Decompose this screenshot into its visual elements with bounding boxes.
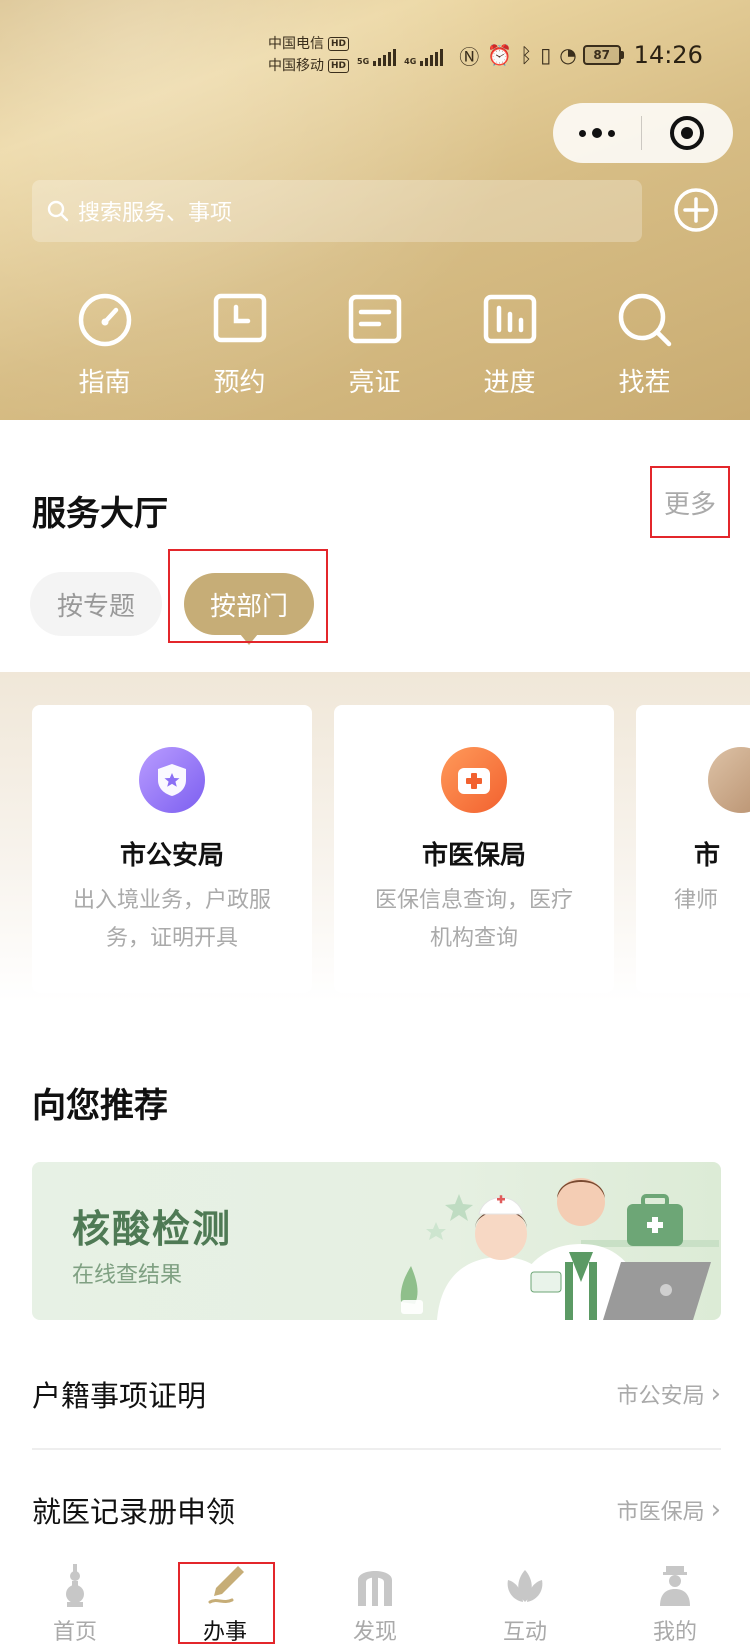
clock-icon bbox=[213, 293, 266, 343]
nfc-icon: Ⓝ bbox=[459, 44, 480, 69]
recommend-item-department: 市医保局 bbox=[616, 1500, 705, 1525]
vibrate-icon: ▯ bbox=[540, 43, 552, 67]
status-icons: Ⓝ ⏰ ᛒ ▯ ◔ bbox=[459, 41, 576, 70]
banner-subtitle: 在线查结果 bbox=[72, 1263, 183, 1288]
bottom-tab-bar: 首页 办事 发现 互动 我的 bbox=[0, 1548, 750, 1650]
recommend-item-title: 户籍事项证明 bbox=[32, 1379, 207, 1413]
quick-action-progress[interactable]: 进度 bbox=[442, 290, 577, 399]
department-card[interactable]: 市公安局 出入境业务，户政服务，证明开具 bbox=[32, 705, 312, 993]
bluetooth-icon: ᛒ bbox=[520, 43, 533, 67]
search-input[interactable]: 搜索服务、事项 bbox=[32, 180, 642, 242]
search-icon bbox=[47, 200, 69, 222]
quick-action-show-id[interactable]: 亮证 bbox=[307, 290, 442, 399]
department-description: 律师 bbox=[674, 888, 719, 913]
header: 中国电信 HD 中国移动 HD 5G 4G Ⓝ ⏰ ᛒ ▯ ◔ 87 14:26 bbox=[0, 0, 750, 420]
target-icon bbox=[670, 116, 704, 150]
service-hall-title: 服务大厅 bbox=[32, 494, 168, 534]
quick-actions: 指南 预约 亮证 进度 找茬 bbox=[0, 290, 750, 399]
signal-icons-2: 4G bbox=[404, 44, 444, 66]
tab-home[interactable]: 首页 bbox=[0, 1548, 150, 1650]
quick-action-label: 指南 bbox=[78, 368, 131, 398]
quick-action-label: 找茬 bbox=[618, 368, 671, 398]
lotus-icon bbox=[507, 1570, 543, 1602]
recommend-item-department: 市公安局 bbox=[616, 1384, 705, 1409]
department-card[interactable]: 市医保局 医保信息查询，医疗机构查询 bbox=[334, 705, 614, 993]
battery-level: 87 bbox=[582, 45, 621, 65]
more-menu-button[interactable] bbox=[553, 103, 641, 163]
quick-action-guide[interactable]: 指南 bbox=[37, 290, 172, 399]
clock: 14:26 bbox=[633, 41, 703, 69]
speed-icon: ◔ bbox=[559, 43, 577, 67]
quick-action-feedback[interactable]: 找茬 bbox=[577, 290, 712, 399]
department-card[interactable]: 市 律师 bbox=[636, 705, 750, 993]
carrier-info: 中国电信 HD 中国移动 HD bbox=[268, 33, 350, 77]
add-icon[interactable] bbox=[673, 187, 719, 233]
chevron-right-icon: › bbox=[710, 1379, 721, 1409]
more-link[interactable]: 更多 bbox=[650, 466, 730, 538]
bar-chart-icon bbox=[483, 294, 536, 344]
signal-icons: 5G bbox=[357, 44, 397, 66]
tab-interact[interactable]: 互动 bbox=[450, 1548, 600, 1650]
status-bar: 中国电信 HD 中国移动 HD 5G 4G Ⓝ ⏰ ᛒ ▯ ◔ 87 14:26 bbox=[268, 30, 710, 80]
recommend-item[interactable]: 户籍事项证明 市公安局 › bbox=[32, 1340, 721, 1450]
department-name: 市公安局 bbox=[119, 841, 224, 871]
tab-label: 互动 bbox=[502, 1620, 547, 1645]
pen-icon bbox=[208, 1566, 244, 1604]
quick-action-label: 进度 bbox=[483, 368, 536, 398]
lawyer-icon bbox=[708, 747, 750, 813]
banner-title: 核酸检测 bbox=[72, 1207, 233, 1251]
police-shield-icon bbox=[139, 747, 205, 813]
battery-icon: 87 bbox=[582, 45, 624, 65]
nucleic-acid-test-banner[interactable]: 核酸检测 在线查结果 bbox=[32, 1162, 721, 1320]
hd-badge: HD bbox=[328, 59, 350, 73]
quick-action-appointment[interactable]: 预约 bbox=[172, 290, 307, 399]
arch-icon bbox=[358, 1571, 392, 1606]
medical-cross-icon bbox=[441, 747, 507, 813]
tab-services[interactable]: 办事 bbox=[150, 1548, 300, 1650]
tab-label: 我的 bbox=[652, 1620, 697, 1645]
search-placeholder: 搜索服务、事项 bbox=[78, 201, 233, 226]
person-icon bbox=[660, 1566, 690, 1606]
alarm-icon: ⏰ bbox=[487, 43, 513, 67]
carrier-2: 中国移动 bbox=[268, 58, 324, 74]
tab-profile[interactable]: 我的 bbox=[600, 1548, 750, 1650]
department-description: 出入境业务，户政服务，证明开具 bbox=[72, 888, 271, 951]
network-tag-4g: 4G bbox=[404, 57, 417, 66]
tab-label: 发现 bbox=[352, 1620, 397, 1645]
tab-label: 办事 bbox=[202, 1620, 247, 1645]
carrier-1: 中国电信 bbox=[268, 36, 324, 52]
tab-label: 首页 bbox=[52, 1620, 97, 1645]
tower-icon bbox=[66, 1564, 84, 1607]
tab-by-department[interactable]: 按部门 bbox=[184, 573, 314, 645]
network-tag-5g: 5G bbox=[357, 57, 370, 66]
tab-discover[interactable]: 发现 bbox=[300, 1548, 450, 1650]
recommend-title: 向您推荐 bbox=[32, 1086, 168, 1126]
hd-badge: HD bbox=[328, 37, 350, 51]
quick-action-label: 预约 bbox=[213, 368, 266, 398]
recommend-item-title: 就医记录册申领 bbox=[32, 1495, 236, 1529]
department-name: 市医保局 bbox=[421, 841, 526, 871]
magnifier-icon bbox=[618, 293, 671, 347]
quick-action-label: 亮证 bbox=[348, 368, 401, 398]
more-label: 更多 bbox=[663, 489, 716, 520]
id-card-icon bbox=[348, 294, 401, 344]
department-description: 医保信息查询，医疗机构查询 bbox=[374, 888, 573, 951]
doctors-illustration bbox=[400, 1178, 719, 1320]
chevron-right-icon: › bbox=[710, 1495, 721, 1525]
department-name: 市 bbox=[694, 841, 721, 871]
close-mini-program-button[interactable] bbox=[642, 103, 732, 163]
recommend-item[interactable]: 就医记录册申领 市医保局 › bbox=[32, 1460, 721, 1560]
tab-by-topic[interactable]: 按专题 bbox=[30, 572, 162, 636]
mini-program-capsule bbox=[553, 103, 733, 163]
gauge-icon bbox=[78, 293, 131, 347]
